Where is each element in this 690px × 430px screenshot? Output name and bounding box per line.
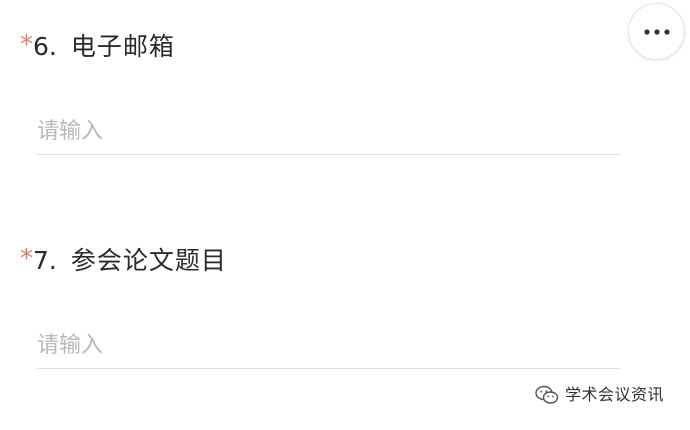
question-number: 6.	[33, 32, 57, 61]
question-number: 7.	[33, 246, 57, 275]
question-title: * 7. 参会论文题目	[20, 246, 227, 282]
question-label: 电子邮箱	[70, 32, 175, 61]
wechat-logo-icon	[535, 385, 559, 404]
watermark-text: 学术会议资讯	[565, 385, 665, 404]
more-options-button[interactable]	[628, 3, 685, 60]
more-horizontal-icon	[643, 28, 670, 35]
email-input[interactable]	[37, 108, 620, 155]
paper-title-input[interactable]	[37, 322, 620, 369]
question-label: 参会论文题目	[70, 246, 227, 275]
question-title: * 6. 电子邮箱	[20, 32, 175, 68]
survey-form-page: * 6. 电子邮箱 * 7. 参会论文题目 学术会议资讯	[0, 0, 690, 430]
required-mark: *	[20, 30, 33, 60]
account-watermark: 学术会议资讯	[535, 385, 664, 405]
required-mark: *	[20, 244, 33, 274]
